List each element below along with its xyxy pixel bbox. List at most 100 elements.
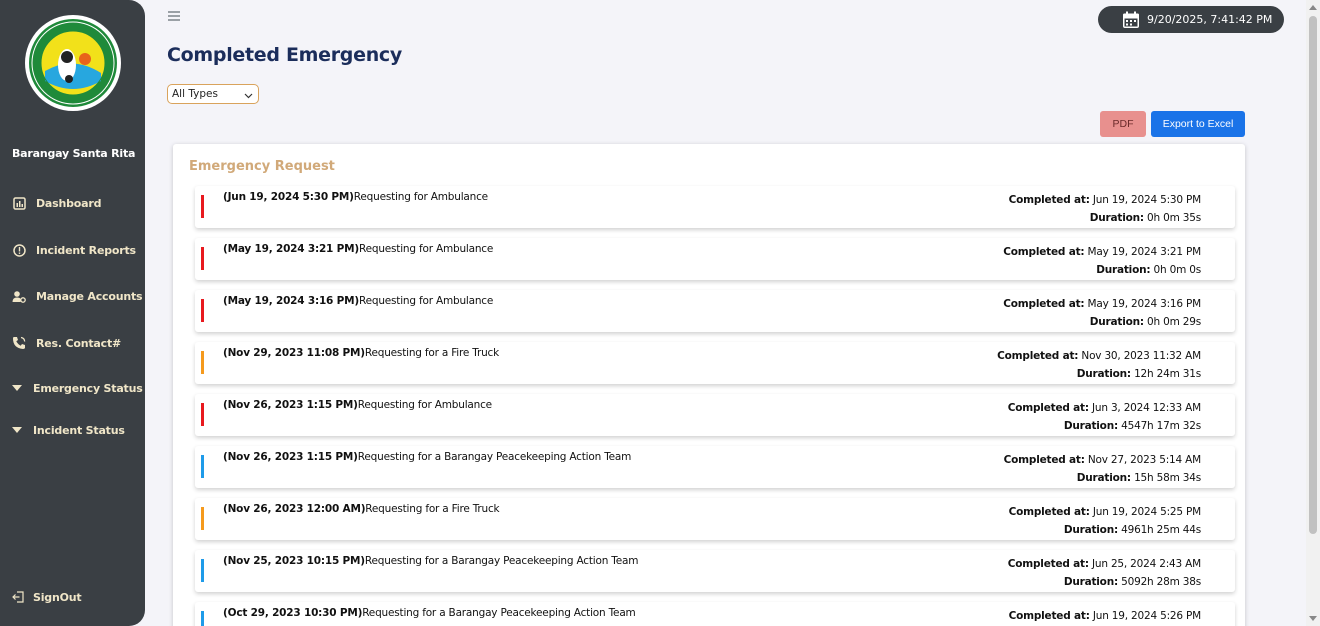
sidebar-item-incident-reports[interactable]: Incident Reports: [12, 243, 136, 257]
duration-line: Duration: 4961h 25m 44s: [1009, 521, 1201, 539]
panel-title: Emergency Request: [189, 159, 335, 174]
sidebar-item-dashboard[interactable]: Dashboard: [12, 196, 101, 210]
duration-value: 5092h 28m 38s: [1121, 576, 1201, 588]
completed-label: Completed at:: [1007, 402, 1089, 414]
datetime-text: 9/20/2025, 7:41:42 PM: [1147, 13, 1273, 26]
duration-line: Duration: 0h 0m 29s: [1003, 313, 1201, 331]
duration-value: 0h 0m 35s: [1147, 212, 1201, 224]
request-text: Requesting for Ambulance: [358, 295, 494, 307]
request-timestamp: (Oct 29, 2023 10:30 PM): [223, 607, 363, 619]
sidebar-item-incident-status[interactable]: Incident Status: [12, 423, 125, 437]
duration-label: Duration:: [1063, 576, 1118, 588]
scroll-up-icon[interactable]: [1309, 5, 1317, 10]
completed-line: Completed at: Jun 19, 2024 5:25 PM: [1008, 503, 1202, 521]
calendar-icon: [1122, 11, 1140, 29]
request-description: (Nov 25, 2023 10:15 PM)Requesting for a …: [223, 555, 638, 567]
duration-label: Duration:: [1089, 212, 1144, 224]
request-type-indicator: [201, 507, 204, 530]
alert-circle-icon: [12, 243, 26, 257]
request-type-indicator: [201, 351, 204, 374]
completed-value: Jun 19, 2024 5:26 PM: [1092, 610, 1201, 622]
request-meta: Completed at: Jun 19, 2024 5:26 PM: [1008, 607, 1202, 625]
request-text: Requesting for Ambulance: [357, 399, 492, 411]
request-description: (May 19, 2024 3:16 PM)Requesting for Amb…: [223, 295, 493, 307]
page-title: Completed Emergency: [167, 44, 402, 66]
request-item[interactable]: (May 19, 2024 3:16 PM)Requesting for Amb…: [195, 290, 1235, 332]
menu-toggle-icon[interactable]: [168, 11, 180, 23]
page-scrollbar[interactable]: [1306, 0, 1320, 626]
request-timestamp: (Nov 26, 2023 1:15 PM): [223, 451, 358, 463]
request-meta: Completed at: Nov 27, 2023 5:14 AM Durati…: [1003, 451, 1202, 487]
request-meta: Completed at: Jun 25, 2024 2:43 AM Durati…: [1008, 555, 1201, 591]
request-meta: Completed at: Jun 3, 2024 12:33 AM Durati…: [1008, 399, 1201, 435]
sidebar-item-label: Res. Contact#: [36, 336, 122, 350]
sidebar-item-label: Emergency Status: [33, 381, 143, 395]
request-description: (Nov 26, 2023 1:15 PM)Requesting for a B…: [223, 451, 631, 463]
completed-label: Completed at:: [1003, 454, 1085, 466]
duration-line: Duration: 0h 0m 0s: [1003, 261, 1201, 279]
sidebar-item-manage-accounts[interactable]: Manage Accounts: [12, 289, 143, 303]
request-text: Requesting for a Barangay Peacekeeping A…: [362, 607, 636, 619]
completed-label: Completed at:: [1003, 298, 1085, 310]
scroll-down-icon[interactable]: [1309, 616, 1317, 621]
request-type-indicator: [201, 559, 204, 582]
request-item[interactable]: (Oct 29, 2023 10:30 PM)Requesting for a …: [195, 602, 1235, 626]
duration-label: Duration:: [1063, 420, 1118, 432]
user-gear-icon: [12, 289, 26, 303]
completed-line: Completed at: May 19, 2024 3:21 PM: [1003, 243, 1201, 261]
completed-value: Jun 19, 2024 5:30 PM: [1092, 194, 1201, 206]
pdf-button[interactable]: PDF: [1100, 111, 1146, 137]
request-type-indicator: [201, 195, 204, 218]
request-item[interactable]: (May 19, 2024 3:21 PM)Requesting for Amb…: [195, 238, 1235, 280]
completed-label: Completed at:: [1007, 558, 1089, 570]
completed-value: May 19, 2024 3:16 PM: [1087, 298, 1202, 310]
request-description: (May 19, 2024 3:21 PM)Requesting for Amb…: [223, 243, 493, 255]
phone-icon: [12, 336, 26, 350]
type-filter-select[interactable]: All Types: [167, 84, 259, 104]
completed-line: Completed at: Nov 30, 2023 11:32 AM: [997, 347, 1201, 365]
request-item[interactable]: (Nov 29, 2023 11:08 PM)Requesting for a …: [195, 342, 1235, 384]
brand-name: Barangay Santa Rita: [12, 147, 136, 160]
duration-label: Duration:: [1076, 472, 1131, 484]
request-item[interactable]: (Jun 19, 2024 5:30 PM)Requesting for Amb…: [195, 186, 1235, 228]
completed-line: Completed at: Nov 27, 2023 5:14 AM: [1003, 451, 1202, 469]
request-item[interactable]: (Nov 26, 2023 1:15 PM)Requesting for Amb…: [195, 394, 1235, 436]
duration-line: Duration: 0h 0m 35s: [1009, 209, 1201, 227]
duration-label: Duration:: [1089, 316, 1144, 328]
request-item[interactable]: (Nov 26, 2023 12:00 AM)Requesting for a …: [195, 498, 1235, 540]
request-text: Requesting for Ambulance: [353, 191, 488, 203]
request-timestamp: (May 19, 2024 3:16 PM): [223, 295, 359, 307]
completed-value: Jun 25, 2024 2:43 AM: [1092, 558, 1201, 570]
completed-line: Completed at: Jun 25, 2024 2:43 AM: [1008, 555, 1201, 573]
request-text: Requesting for a Fire Truck: [365, 503, 500, 515]
sidebar-item-emergency-status[interactable]: Emergency Status: [12, 381, 143, 395]
completed-label: Completed at:: [1008, 194, 1090, 206]
completed-label: Completed at:: [1008, 610, 1090, 622]
completed-line: Completed at: Jun 19, 2024 5:30 PM: [1008, 191, 1202, 209]
duration-value: 12h 24m 31s: [1134, 368, 1201, 380]
duration-line: Duration: 12h 24m 31s: [997, 365, 1201, 383]
request-description: (Jun 19, 2024 5:30 PM)Requesting for Amb…: [223, 191, 488, 203]
request-text: Requesting for a Barangay Peacekeeping A…: [357, 451, 632, 463]
completed-label: Completed at:: [1008, 506, 1090, 518]
signout-button[interactable]: SignOut: [12, 590, 82, 604]
completed-value: May 19, 2024 3:21 PM: [1087, 246, 1202, 258]
scroll-thumb[interactable]: [1309, 16, 1317, 534]
request-description: (Nov 26, 2023 1:15 PM)Requesting for Amb…: [223, 399, 492, 411]
sidebar-item-res-contact[interactable]: Res. Contact#: [12, 336, 121, 350]
request-item[interactable]: (Nov 25, 2023 10:15 PM)Requesting for a …: [195, 550, 1235, 592]
export-excel-button[interactable]: Export to Excel: [1151, 111, 1245, 137]
request-timestamp: (May 19, 2024 3:21 PM): [223, 243, 359, 255]
datetime-display: 9/20/2025, 7:41:42 PM: [1098, 6, 1284, 33]
completed-line: Completed at: Jun 3, 2024 12:33 AM: [1008, 399, 1201, 417]
request-meta: Completed at: May 19, 2024 3:21 PM Durati…: [1003, 243, 1201, 279]
sidebar-item-label: Dashboard: [36, 196, 102, 210]
sidebar-item-label: Incident Reports: [36, 243, 136, 257]
emergency-request-panel: Emergency Request (Jun 19, 2024 5:30 PM)…: [173, 144, 1245, 626]
request-type-indicator: [201, 455, 204, 478]
signout-label: SignOut: [33, 590, 82, 604]
request-description: (Nov 29, 2023 11:08 PM)Requesting for a …: [223, 347, 499, 359]
request-item[interactable]: (Nov 26, 2023 1:15 PM)Requesting for a B…: [195, 446, 1235, 488]
request-meta: Completed at: Jun 19, 2024 5:30 PM Durati…: [1008, 191, 1202, 227]
duration-line: Duration: 15h 58m 34s: [1004, 469, 1201, 487]
